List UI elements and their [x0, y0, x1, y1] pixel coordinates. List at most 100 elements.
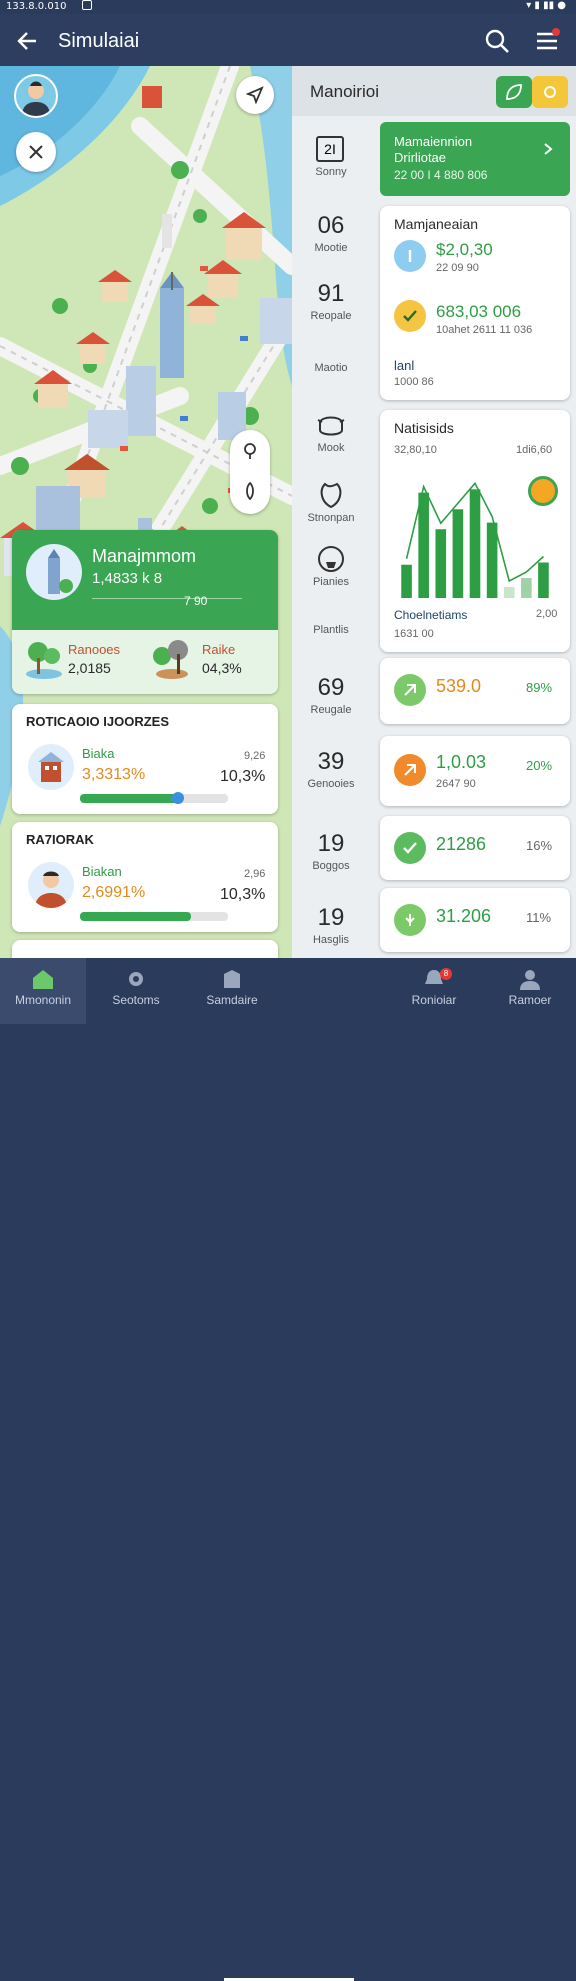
- nav-item-notifications[interactable]: 8 Ronioiar: [392, 968, 476, 1007]
- stat-label-1: Ranooes: [68, 642, 121, 657]
- status-time: 133.8.0.010: [6, 1, 67, 12]
- info-badge: [394, 240, 426, 272]
- sidebar-item-value[interactable]: 39: [292, 748, 370, 776]
- menu-icon[interactable]: [534, 28, 560, 54]
- summary-card[interactable]: Mamaiennion Drirliotae 22 00 I 4 880 806: [380, 122, 570, 196]
- sidebar-item-icon[interactable]: 2I: [316, 136, 344, 162]
- metric-value: 1,0.03: [436, 752, 487, 772]
- management-card[interactable]: Manajmmom 1,4833 k 8 7 90 Ranooes 2,0185…: [12, 530, 278, 694]
- statistics-legend-title: Choelnetiams: [394, 608, 468, 622]
- metric-card-2[interactable]: 1,0.03 2647 90 20%: [380, 736, 570, 806]
- list-card-2[interactable]: RA7IORAK Biakan 2,6991% 2,96 10,3%: [12, 822, 278, 932]
- energy-toggle-button[interactable]: [532, 76, 568, 108]
- building-icon: [38, 752, 64, 782]
- close-icon: [29, 145, 43, 159]
- chart-bar: [503, 586, 515, 598]
- statistics-sub-right: 1di6,60: [516, 444, 553, 456]
- list-card-percent: 2,6991%: [82, 884, 146, 901]
- sidebar-item-value[interactable]: 69: [292, 674, 370, 702]
- back-arrow-icon[interactable]: [16, 30, 38, 52]
- app-bar: Simulaiai: [0, 14, 576, 66]
- chevron-right-icon[interactable]: [542, 142, 554, 156]
- nav-item-home[interactable]: Mmononin: [0, 968, 86, 1007]
- chart-bar: [401, 564, 412, 598]
- statistics-card[interactable]: Natisisids 32,80,10 1di6,60 Choelnetiams…: [380, 410, 570, 652]
- sidebar-item-label: Stnonpan: [307, 512, 355, 524]
- finance-row2-value: 683,03 006: [436, 302, 522, 321]
- list-card-1[interactable]: ROTICAOIO IJOORZES Biaka 3,3313% 9,26 10…: [12, 704, 278, 814]
- compass-icon[interactable]: [241, 482, 259, 500]
- nav-label: Ramoer: [508, 993, 552, 1007]
- list-card-right-value: 10,3%: [220, 886, 266, 903]
- management-title: Manajmmom: [92, 546, 197, 566]
- statistics-title: Natisisids: [394, 420, 454, 436]
- plant-pot-icon[interactable]: [316, 544, 346, 574]
- notification-badge: 8: [440, 968, 452, 980]
- location-icon[interactable]: [241, 442, 259, 460]
- sidebar-item-value[interactable]: 19: [292, 830, 370, 858]
- chart-badge-icon: [528, 476, 558, 506]
- metric-sub: 2647 90: [436, 778, 476, 790]
- sidebar-item-label[interactable]: Maotio: [292, 362, 370, 374]
- list-card-right-top: 2,96: [244, 868, 266, 880]
- nav-item-settings[interactable]: Seotoms: [96, 968, 176, 1007]
- progress-fill: [80, 794, 178, 803]
- map-toggle-button[interactable]: [496, 76, 532, 108]
- list-card-heading: RA7IORAK: [26, 832, 94, 847]
- stat-label-2: Raike: [202, 642, 236, 657]
- statistics-legend-right: 2,00: [536, 608, 558, 620]
- search-icon[interactable]: [484, 28, 510, 54]
- sidebar-item-label: Genooies: [307, 778, 355, 790]
- stat-value-1: 2,0185: [68, 660, 111, 676]
- progress-handle[interactable]: [172, 792, 184, 804]
- sidebar-item-label: Mook: [317, 442, 345, 454]
- sidebar-item-value[interactable]: 06: [292, 212, 370, 240]
- metric-card-1[interactable]: 539.0 89%: [380, 658, 570, 724]
- navigate-button[interactable]: [236, 76, 274, 114]
- summary-value: 22 00 I 4 880 806: [394, 168, 488, 182]
- leaf-icon: [405, 914, 415, 926]
- finance-label-value: 1000 86: [394, 376, 434, 388]
- sidebar-item-label[interactable]: Plantlis: [292, 624, 370, 636]
- finance-card[interactable]: Mamjaneaian $2,0,30 22 09 90 683,03 006 …: [380, 206, 570, 400]
- sidebar-item-value[interactable]: 91: [292, 280, 370, 308]
- trend-icon: [404, 764, 416, 776]
- nav-label: Ronioiar: [411, 993, 457, 1007]
- metric-badge: [394, 832, 426, 864]
- chart-bar: [486, 522, 498, 598]
- forest-icon: [153, 640, 188, 679]
- sidebar-item-label: Sonny: [315, 166, 347, 178]
- park-icon: [26, 642, 62, 679]
- sun-icon: [544, 86, 556, 98]
- leaf-outline-icon[interactable]: [316, 480, 346, 510]
- list-card-3-partial[interactable]: [12, 940, 278, 958]
- bottom-navigation: Mmononin Seotoms Samdaire 8 Ronioiar Ram…: [0, 958, 576, 1981]
- list-card-right-value: 10,3%: [220, 768, 266, 785]
- nav-item-buildings[interactable]: Samdaire: [190, 968, 274, 1007]
- nav-label: Samdaire: [206, 993, 258, 1007]
- check-icon: [403, 310, 417, 322]
- map-controls: [230, 430, 270, 514]
- sidebar-item-label: Boggos: [312, 860, 350, 872]
- person-icon: [35, 871, 67, 908]
- city-map[interactable]: Manajmmom 1,4833 k 8 7 90 Ranooes 2,0185…: [0, 66, 292, 958]
- avatar[interactable]: [14, 74, 58, 118]
- statistics-legend-left: 1631 00: [394, 628, 434, 640]
- list-card-percent: 3,3313%: [82, 766, 146, 783]
- chart-bar: [469, 489, 481, 598]
- cow-icon[interactable]: [316, 414, 346, 442]
- building-thumbnail: [28, 744, 74, 790]
- metric-card-4[interactable]: 31.206 11%: [380, 888, 570, 952]
- building-icon: [224, 970, 240, 988]
- metric-badge: [394, 674, 426, 706]
- close-button[interactable]: [16, 132, 56, 172]
- screenshot-icon: [82, 0, 92, 10]
- metric-card-3[interactable]: 21286 16%: [380, 816, 570, 880]
- info-icon: [408, 250, 412, 262]
- progress-fill: [80, 912, 191, 921]
- system-icons: ▾ ▮ ▮▮ ●: [526, 0, 566, 11]
- sidebar-item-value[interactable]: 19: [292, 904, 370, 932]
- nav-item-profile[interactable]: Ramoer: [490, 968, 570, 1007]
- list-card-heading: ROTICAOIO IJOORZES: [26, 714, 170, 729]
- panel-sidebar: 2I Sonny 06 Mootie 91 Reopale Maotio Moo…: [292, 120, 374, 958]
